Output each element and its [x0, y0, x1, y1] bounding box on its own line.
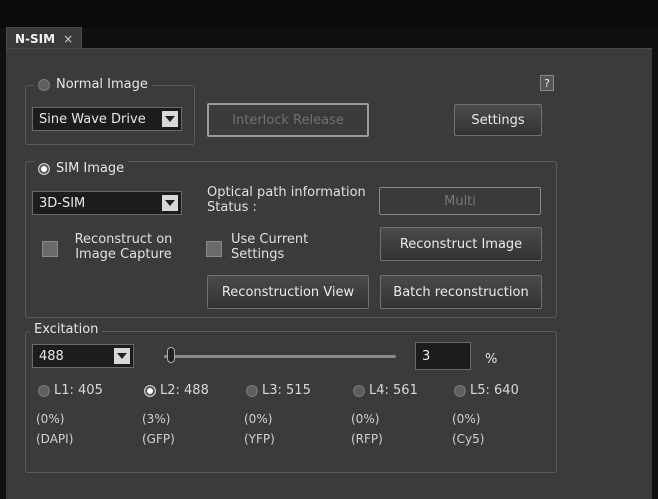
laser-dye-name: (DAPI) — [36, 432, 74, 446]
chevron-down-icon[interactable] — [162, 195, 178, 211]
power-slider-handle[interactable] — [166, 347, 175, 363]
power-input[interactable]: 3 — [415, 342, 471, 370]
drive-mode-select[interactable]: Sine Wave Drive — [32, 107, 182, 131]
close-icon[interactable]: × — [63, 32, 73, 46]
laser-info: (0%) (DAPI) — [36, 409, 73, 449]
laser-radio-3[interactable]: L3: 515 — [246, 383, 311, 398]
optical-path-status-label: Optical path information Status : — [207, 185, 366, 215]
laser-radio-icon[interactable] — [353, 384, 365, 397]
power-unit-label: % — [485, 352, 498, 367]
use-current-settings-checkbox[interactable] — [206, 241, 222, 257]
chevron-down-icon[interactable] — [114, 348, 130, 364]
laser-radio-1[interactable]: L1: 405 — [38, 383, 103, 398]
wavelength-select[interactable]: 488 — [32, 344, 134, 368]
reconstruction-view-button[interactable]: Reconstruction View — [207, 275, 369, 309]
laser-radio-icon[interactable] — [246, 384, 258, 397]
laser-power-percent: (0%) — [452, 412, 481, 426]
tab-n-sim[interactable]: N-SIM × — [6, 27, 83, 50]
chevron-down-icon[interactable] — [162, 111, 178, 127]
normal-image-label: Normal Image — [56, 77, 148, 92]
laser-radio-icon[interactable] — [454, 384, 466, 397]
help-icon[interactable]: ? — [540, 75, 554, 91]
laser-info: (0%) (YFP) — [244, 409, 275, 449]
laser-radio-icon[interactable] — [38, 384, 50, 397]
laser-label: L1: 405 — [54, 383, 103, 398]
sim-mode-select[interactable]: 3D-SIM — [32, 191, 182, 215]
sim-image-radio-icon[interactable] — [38, 162, 50, 175]
use-current-settings-label: Use Current Settings — [231, 232, 309, 262]
laser-power-percent: (3%) — [142, 412, 171, 426]
laser-label: L2: 488 — [160, 383, 209, 398]
interlock-release-button[interactable]: Interlock Release — [207, 103, 369, 137]
reconstruct-on-capture-label: Reconstruct on Image Capture — [74, 232, 173, 262]
tab-label: N-SIM — [15, 32, 56, 46]
sim-image-radio[interactable]: SIM Image — [34, 161, 129, 176]
laser-power-percent: (0%) — [244, 412, 273, 426]
laser-power-percent: (0%) — [351, 412, 380, 426]
reconstruct-image-button[interactable]: Reconstruct Image — [380, 227, 542, 261]
laser-label: L4: 561 — [369, 383, 418, 398]
optical-status-value: Multi — [379, 187, 541, 215]
drive-mode-value: Sine Wave Drive — [39, 111, 146, 127]
laser-label: L3: 515 — [262, 383, 311, 398]
laser-radio-5[interactable]: L5: 640 — [454, 383, 519, 398]
settings-button[interactable]: Settings — [454, 104, 542, 136]
title-bar — [0, 0, 658, 28]
n-sim-panel: Normal Image Sine Wave Drive Interlock R… — [6, 48, 652, 499]
batch-reconstruction-button[interactable]: Batch reconstruction — [380, 275, 542, 309]
wavelength-value: 488 — [39, 348, 64, 364]
laser-radio-icon[interactable] — [144, 384, 156, 397]
reconstruct-on-capture-checkbox[interactable] — [42, 241, 58, 257]
laser-dye-name: (GFP) — [142, 432, 175, 446]
laser-label: L5: 640 — [470, 383, 519, 398]
sim-image-label: SIM Image — [56, 161, 125, 176]
laser-radio-2[interactable]: L2: 488 — [144, 383, 209, 398]
laser-dye-name: (YFP) — [244, 432, 275, 446]
laser-info: (0%) (Cy5) — [452, 409, 484, 449]
normal-image-radio[interactable]: Normal Image — [34, 77, 152, 92]
normal-image-radio-icon[interactable] — [38, 78, 50, 91]
excitation-label: Excitation — [30, 322, 103, 337]
laser-dye-name: (RFP) — [351, 432, 383, 446]
laser-info: (0%) (RFP) — [351, 409, 383, 449]
laser-info: (3%) (GFP) — [142, 409, 175, 449]
laser-power-percent: (0%) — [36, 412, 65, 426]
sim-mode-value: 3D-SIM — [39, 195, 86, 211]
power-slider-track[interactable] — [164, 355, 396, 358]
excitation-label-text: Excitation — [34, 322, 99, 337]
laser-dye-name: (Cy5) — [452, 432, 485, 446]
laser-radio-4[interactable]: L4: 561 — [353, 383, 418, 398]
